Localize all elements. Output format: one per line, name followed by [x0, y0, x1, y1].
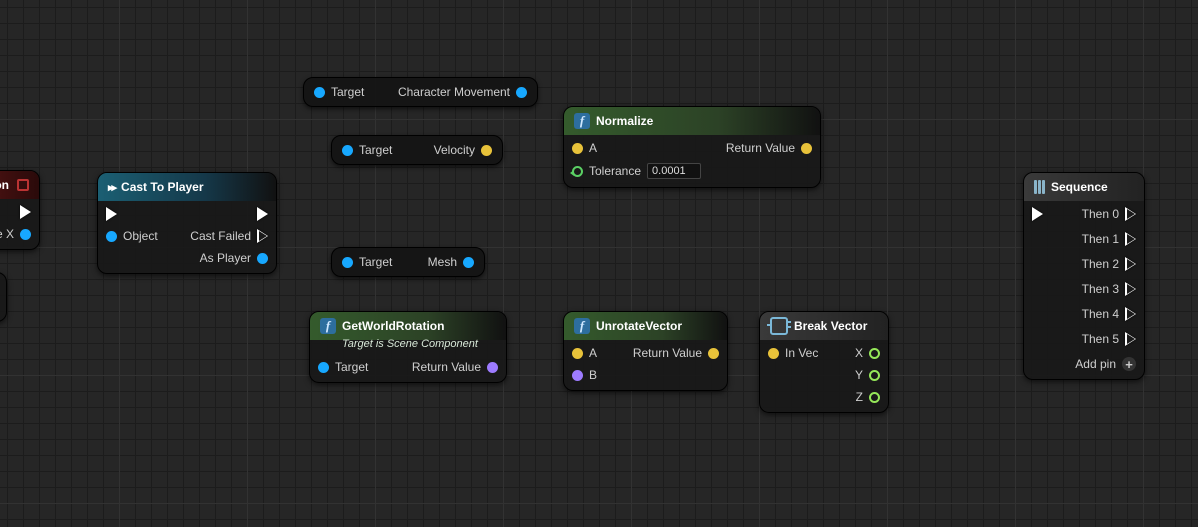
- pin-then-1[interactable]: Then 1: [1082, 232, 1136, 246]
- cast-title: Cast To Player: [121, 180, 203, 194]
- pin-mesh-out[interactable]: Mesh: [428, 255, 474, 269]
- node-sequence[interactable]: Sequence Then 0 Then 1 Then 2 Then 3 The…: [1023, 172, 1145, 380]
- plus-icon: +: [1122, 357, 1136, 371]
- pin-return-value[interactable]: Return Value: [726, 141, 812, 155]
- pin-then-5[interactable]: Then 5: [1082, 332, 1136, 346]
- event-title-fragment: ion: [0, 178, 9, 192]
- node-event-partial[interactable]: ion e X: [0, 170, 40, 250]
- break-title: Break Vector: [794, 319, 867, 333]
- break-struct-icon: [770, 317, 788, 335]
- gwr-subtitle: Target is Scene Component: [310, 338, 506, 354]
- gwr-title: GetWorldRotation: [342, 319, 444, 333]
- pin-b[interactable]: B: [572, 368, 597, 382]
- pin-target[interactable]: Target: [342, 255, 392, 269]
- pin-then-4[interactable]: Then 4: [1082, 307, 1136, 321]
- pin-x[interactable]: X: [855, 346, 880, 360]
- cast-arrow-icon: ▸▸: [108, 181, 115, 194]
- pin-char-movement-out[interactable]: Character Movement: [398, 85, 527, 99]
- node-unrotate-vector[interactable]: f UnrotateVector A B Return Value: [563, 311, 728, 391]
- pin-return-value[interactable]: Return Value: [633, 346, 719, 360]
- pin-target[interactable]: Target: [314, 85, 364, 99]
- event-stop-icon: [17, 179, 29, 191]
- pin-velocity-out[interactable]: Velocity: [434, 143, 492, 157]
- node-normalize[interactable]: f Normalize A Tolerance Return Value: [563, 106, 821, 188]
- node-partial-lower[interactable]: [0, 272, 7, 322]
- pin-in-vec[interactable]: In Vec: [768, 346, 818, 360]
- node-cast-to-player[interactable]: ▸▸ Cast To Player Object Cast Failed As …: [97, 172, 277, 274]
- pin-exec-in[interactable]: [106, 207, 158, 221]
- function-icon: f: [320, 318, 336, 334]
- node-get-world-rotation[interactable]: f GetWorldRotation Target is Scene Compo…: [309, 311, 507, 383]
- pin-as-player[interactable]: As Player: [200, 251, 268, 265]
- node-character-movement[interactable]: Target Character Movement: [303, 77, 538, 107]
- pin-object[interactable]: Object: [106, 229, 158, 243]
- pin-then-2[interactable]: Then 2: [1082, 257, 1136, 271]
- node-break-vector[interactable]: Break Vector In Vec X Y Z: [759, 311, 889, 413]
- unrotate-title: UnrotateVector: [596, 319, 682, 333]
- tolerance-input[interactable]: [647, 163, 701, 179]
- pin-exec-out[interactable]: [257, 207, 268, 221]
- function-icon: f: [574, 113, 590, 129]
- pin-a[interactable]: A: [572, 141, 701, 155]
- function-icon: f: [574, 318, 590, 334]
- pin-ex-out[interactable]: e X: [0, 227, 31, 241]
- pin-then-3[interactable]: Then 3: [1082, 282, 1136, 296]
- normalize-title: Normalize: [596, 114, 653, 128]
- pin-z[interactable]: Z: [856, 390, 880, 404]
- sequence-title: Sequence: [1051, 180, 1108, 194]
- node-velocity[interactable]: Target Velocity: [331, 135, 503, 165]
- pin-cast-failed[interactable]: Cast Failed: [190, 229, 268, 243]
- pin-return-value[interactable]: Return Value: [412, 360, 498, 374]
- sequence-icon: [1034, 180, 1045, 194]
- add-pin-button[interactable]: Add pin +: [1075, 357, 1136, 371]
- pin-exec-out[interactable]: [20, 205, 31, 219]
- pin-target[interactable]: Target: [342, 143, 392, 157]
- pin-tolerance[interactable]: Tolerance: [572, 163, 701, 179]
- pin-a[interactable]: A: [572, 346, 597, 360]
- pin-target[interactable]: Target: [318, 360, 368, 374]
- node-mesh[interactable]: Target Mesh: [331, 247, 485, 277]
- pin-y[interactable]: Y: [855, 368, 880, 382]
- pin-exec-in[interactable]: [1032, 207, 1043, 221]
- pin-then-0[interactable]: Then 0: [1082, 207, 1136, 221]
